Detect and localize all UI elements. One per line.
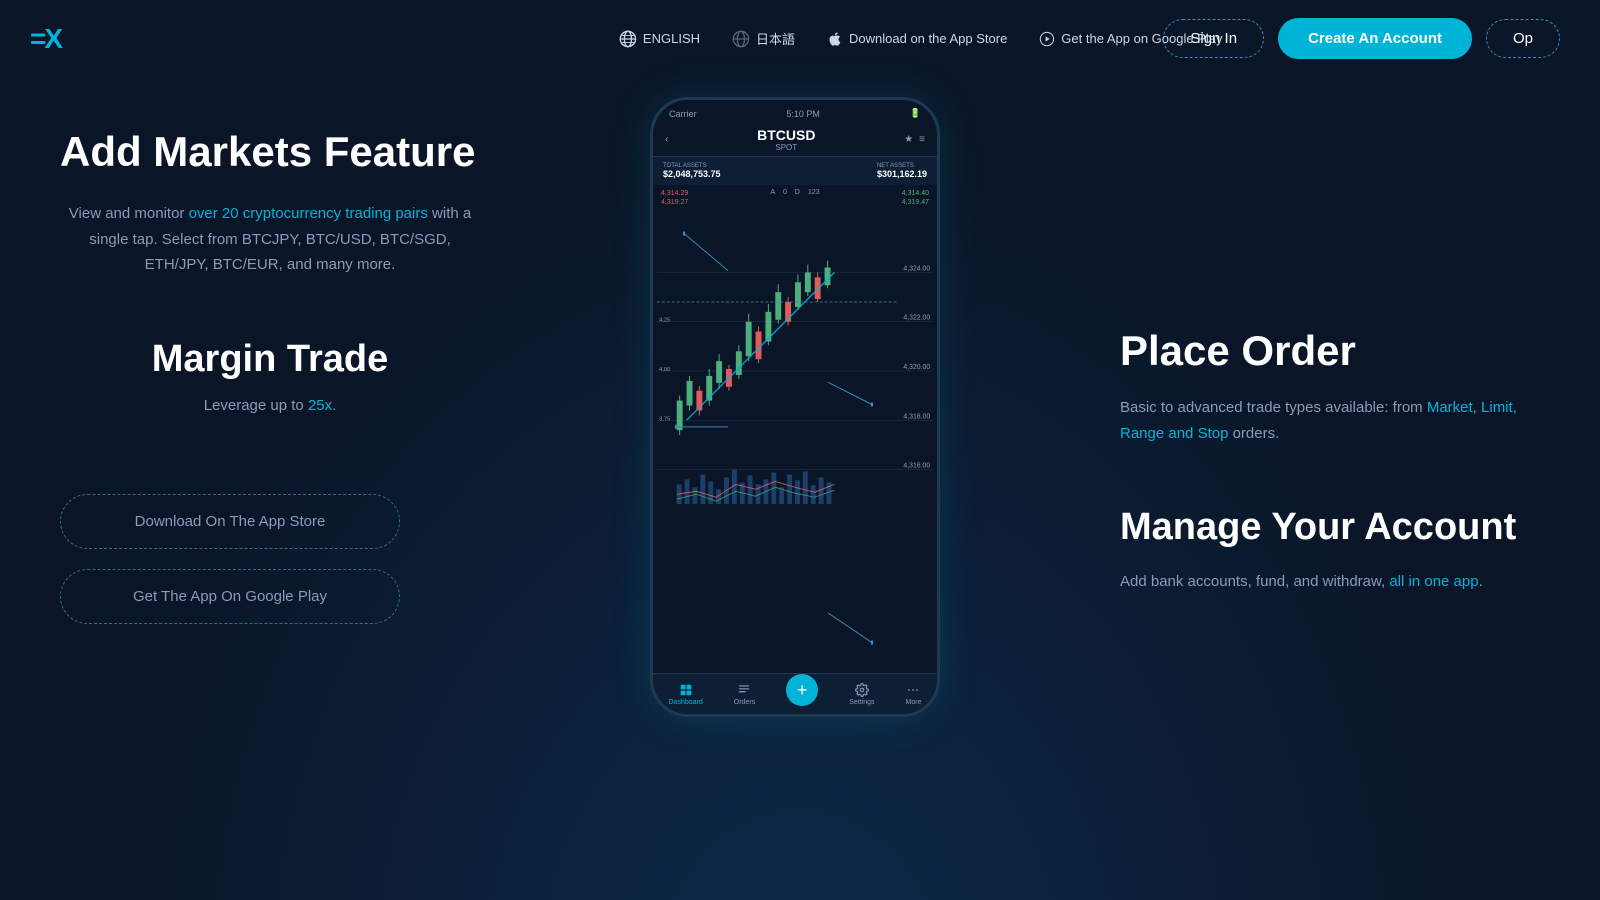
menu-icon: ≡	[919, 134, 925, 145]
chart-svg: 4,324.00 4,322.00 4,320.00 4,318.00 4,31…	[657, 211, 933, 531]
logo: =X	[30, 23, 61, 55]
phone-nav-more: More	[906, 683, 922, 706]
open-button[interactable]: Op	[1486, 19, 1560, 58]
svg-text:4,322.00: 4,322.00	[903, 315, 930, 322]
header: =X ENGLISH 日本語 Download on the	[0, 0, 1600, 77]
add-markets-desc-plain1: View and monitor	[69, 205, 189, 222]
svg-text:4,316.00: 4,316.00	[903, 463, 930, 470]
phone-nav-dashboard: Dashboard	[669, 683, 703, 706]
margin-trade-plain: Leverage up to	[204, 397, 308, 414]
center-column: Carrier 5:10 PM 🔋 ‹ BTCUSD SPOT ★ ≡	[480, 107, 1120, 717]
main-content: Add Markets Feature View and monitor ove…	[0, 77, 1600, 897]
nav-japanese[interactable]: 日本語	[732, 29, 795, 48]
google-play-icon	[1039, 31, 1055, 47]
total-assets: TOTAL ASSETS $2,048,753.75	[663, 163, 721, 179]
place-order-title: Place Order	[1120, 327, 1540, 375]
ob-val1: 4,314.29	[661, 189, 766, 198]
phone-nav-settings: Settings	[849, 683, 874, 706]
more-label: More	[906, 699, 922, 706]
japanese-label: 日本語	[756, 29, 795, 48]
ob-val2: 4,319.27	[661, 198, 766, 207]
margin-trade-desc: Leverage up to 25x.	[60, 397, 480, 414]
manage-account-end: .	[1479, 573, 1483, 590]
phone-screen: Carrier 5:10 PM 🔋 ‹ BTCUSD SPOT ★ ≡	[653, 100, 937, 714]
ob-header-A: A	[770, 189, 775, 196]
add-markets-desc: View and monitor over 20 cryptocurrency …	[60, 201, 480, 278]
english-label: ENGLISH	[643, 31, 700, 46]
place-order-desc: Basic to advanced trade types available:…	[1120, 395, 1540, 446]
manage-account-highlight: all in one app	[1389, 573, 1478, 590]
phone-orderbook-header: 4,314.29 4,319.27 A 0 D 123 4,314.40 4,3…	[653, 185, 937, 211]
ob-val3: 4,314.40	[824, 189, 929, 198]
left-column: Add Markets Feature View and monitor ove…	[60, 107, 480, 624]
svg-text:4,318.00: 4,318.00	[903, 413, 930, 420]
carrier-label: Carrier	[669, 109, 697, 119]
right-column: Place Order Basic to advanced trade type…	[1120, 107, 1540, 595]
phone-nav-orders: Orders	[734, 683, 755, 706]
appstore-nav-label: Download on the App Store	[849, 31, 1007, 46]
ob-val4: 4,319.47	[824, 198, 929, 207]
manage-account-title: Manage Your Account	[1120, 506, 1540, 549]
orderbook-right: 4,314.40 4,319.47	[824, 189, 929, 207]
phone-status-bar: Carrier 5:10 PM 🔋	[653, 100, 937, 123]
download-appstore-button[interactable]: Download On The App Store	[60, 494, 400, 549]
globe-icon	[619, 30, 637, 48]
svg-text:3,75: 3,75	[659, 416, 671, 422]
phone-chart: 4,324.00 4,322.00 4,320.00 4,318.00 4,31…	[653, 211, 937, 531]
phone-pair-header: ‹ BTCUSD SPOT ★ ≡	[653, 123, 937, 157]
place-order-plain1: Basic to advanced trade types available:…	[1120, 399, 1427, 416]
nav-googleplay[interactable]: Get the App on Google Play	[1039, 31, 1222, 47]
nav-appstore[interactable]: Download on the App Store	[827, 31, 1007, 47]
trading-pair: BTCUSD	[668, 127, 904, 143]
phone-mockup: Carrier 5:10 PM 🔋 ‹ BTCUSD SPOT ★ ≡	[650, 97, 950, 717]
pair-type: SPOT	[668, 143, 904, 152]
orders-icon	[737, 683, 751, 697]
ob-header-123: 123	[808, 189, 820, 196]
battery-icon: 🔋	[910, 108, 921, 119]
orderbook-left: 4,314.29 4,319.27	[661, 189, 766, 207]
svg-text:4,00: 4,00	[659, 367, 671, 373]
net-assets: NET ASSETS $301,162.19	[877, 163, 927, 179]
settings-label: Settings	[849, 699, 874, 706]
phone-bottom-nav: Dashboard Orders +	[653, 673, 937, 714]
nav-english[interactable]: ENGLISH	[619, 30, 700, 48]
more-icon	[906, 683, 920, 697]
dashboard-icon	[679, 683, 693, 697]
nav-center: ENGLISH 日本語 Download on the App Store Ge…	[619, 29, 1223, 48]
manage-account-plain: Add bank accounts, fund, and withdraw,	[1120, 573, 1389, 590]
orders-label: Orders	[734, 699, 755, 706]
globe-dark-icon	[732, 30, 750, 48]
svg-text:4,324.00: 4,324.00	[903, 265, 930, 272]
margin-trade-title: Margin Trade	[60, 338, 480, 381]
ob-header-0: 0	[783, 189, 787, 196]
svg-text:4,320.00: 4,320.00	[903, 364, 930, 371]
margin-trade-end: .	[332, 397, 336, 414]
ob-header-D: D	[795, 189, 800, 196]
googleplay-nav-label: Get the App on Google Play	[1061, 31, 1222, 46]
trade-fab[interactable]: +	[786, 674, 818, 706]
phone-nav-trade[interactable]: +	[786, 682, 818, 706]
total-assets-value: $2,048,753.75	[663, 169, 721, 179]
settings-icon	[855, 683, 869, 697]
place-order-plain2: orders.	[1228, 425, 1279, 442]
phone-assets-row: TOTAL ASSETS $2,048,753.75 NET ASSETS $3…	[653, 157, 937, 185]
phone-frame: Carrier 5:10 PM 🔋 ‹ BTCUSD SPOT ★ ≡	[650, 97, 940, 717]
add-markets-highlight: over 20 cryptocurrency trading pairs	[189, 205, 428, 222]
star-icon: ★	[904, 134, 913, 145]
margin-trade-highlight: 25x	[308, 397, 332, 414]
add-markets-title: Add Markets Feature	[60, 127, 480, 177]
svg-text:4,25: 4,25	[659, 318, 671, 324]
create-account-button[interactable]: Create An Account	[1278, 18, 1472, 59]
download-googleplay-button[interactable]: Get The App On Google Play	[60, 569, 400, 624]
apple-icon	[827, 31, 843, 47]
manage-account-desc: Add bank accounts, fund, and withdraw, a…	[1120, 569, 1540, 595]
dashboard-label: Dashboard	[669, 699, 703, 706]
net-assets-value: $301,162.19	[877, 169, 927, 179]
time-label: 5:10 PM	[786, 109, 820, 119]
